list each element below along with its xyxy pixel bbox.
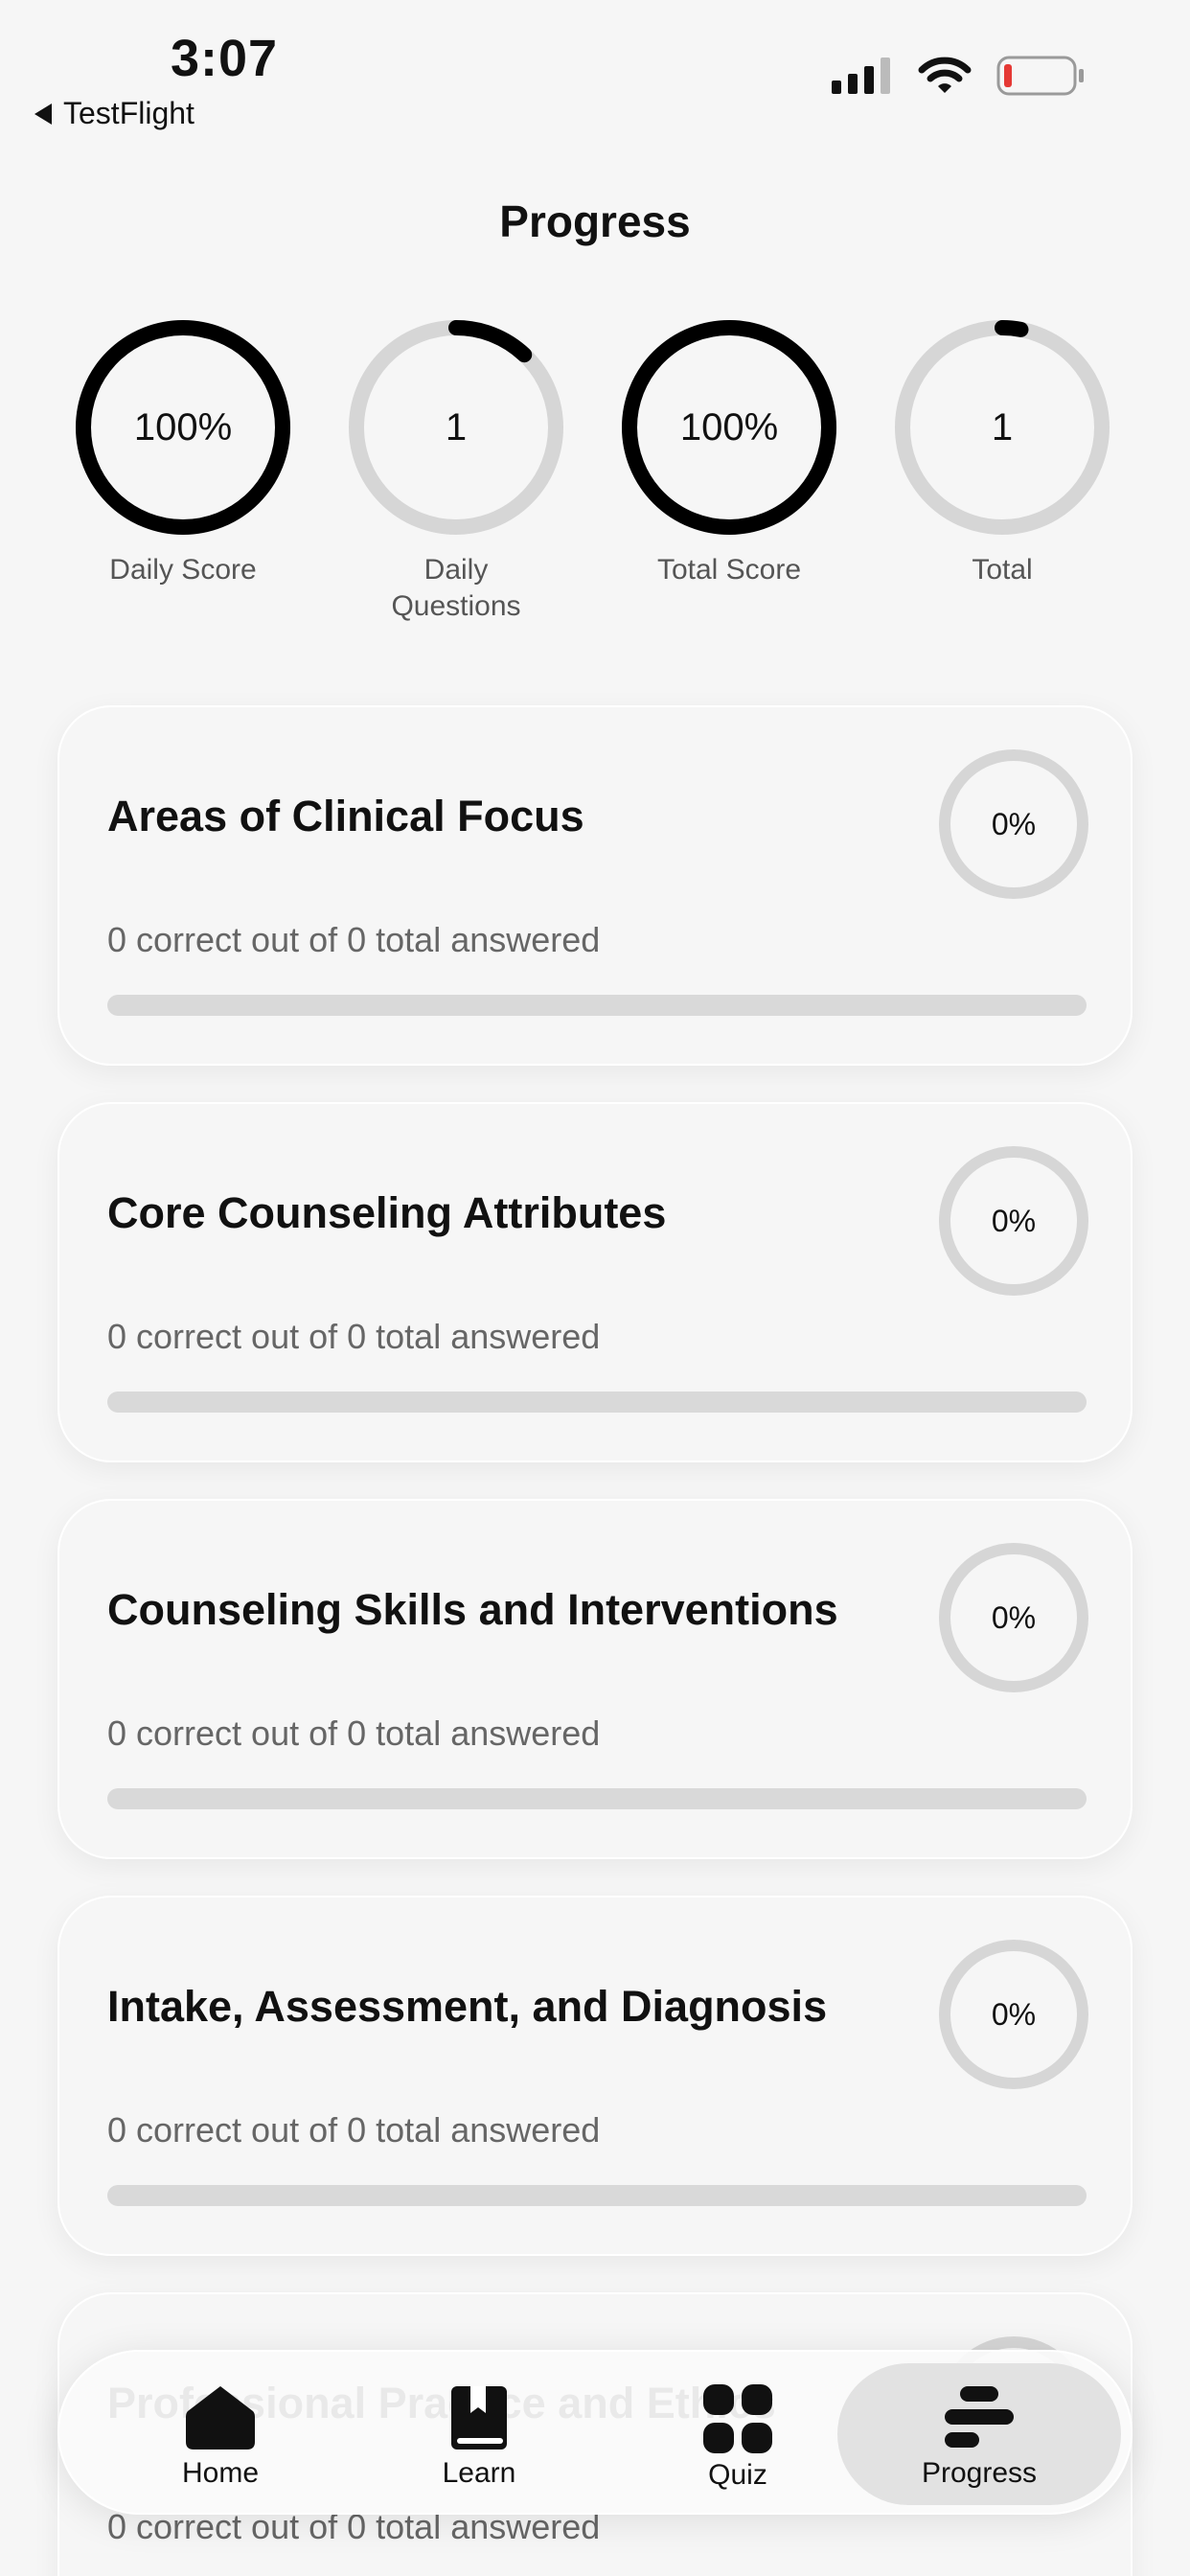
cellular-signal-icon	[832, 58, 890, 94]
stat-2: 100% Total Score	[614, 320, 844, 588]
category-subtitle: 0 correct out of 0 total answered	[107, 1317, 601, 1356]
category-card[interactable]: Intake, Assessment, and Diagnosis 0% 0 cor…	[57, 1896, 1133, 2256]
category-percent: 0%	[991, 1997, 1037, 2032]
category-percent: 0%	[991, 807, 1037, 841]
category-progress-bar	[107, 1788, 1087, 1809]
status-icons	[832, 56, 1085, 96]
category-progress-bar	[107, 995, 1087, 1016]
tab-label-progress: Progress	[921, 2457, 1038, 2489]
tab-bar: Home Learn Quiz Progress	[57, 2350, 1133, 2515]
wifi-icon	[918, 57, 972, 93]
tab-label-learn: Learn	[442, 2457, 516, 2489]
category-title: Core Counseling Attributes	[107, 1188, 667, 1237]
book-icon	[451, 2386, 507, 2450]
category-title: Counseling Skills and Interventions	[107, 1585, 838, 1634]
stat-value: 1	[445, 406, 468, 448]
status-time: 3:07	[171, 30, 279, 87]
category-subtitle: 0 correct out of 0 total answered	[107, 2110, 601, 2150]
category-progress-bar	[107, 1392, 1087, 1413]
stat-value: 1	[991, 406, 1014, 448]
category-progress-bar	[107, 2185, 1087, 2206]
stat-label: Total	[972, 554, 1033, 586]
tab-label-home: Home	[181, 2457, 260, 2489]
back-triangle-icon	[34, 103, 52, 125]
stat-label: Daily Score	[109, 554, 257, 586]
stat-label: Daily Questions	[391, 554, 521, 622]
stat-3: 1 Total	[887, 320, 1117, 588]
category-percent: 0%	[991, 1600, 1037, 1635]
category-subtitle: 0 correct out of 0 total answered	[107, 1714, 601, 1753]
stat-value: 100%	[679, 406, 779, 448]
page-title: Progress	[499, 196, 691, 246]
category-card[interactable]: Counseling Skills and Interventions 0% 0 c…	[57, 1499, 1133, 1859]
back-to-app-button[interactable]: TestFlight	[34, 96, 195, 131]
stat-1: 1 Daily Questions	[341, 320, 571, 625]
stat-value: 100%	[133, 406, 233, 448]
category-subtitle: 0 correct out of 0 total answered	[107, 920, 601, 959]
tab-progress[interactable]: Progress	[837, 2363, 1121, 2505]
tab-learn[interactable]: Learn	[337, 2363, 621, 2505]
category-card[interactable]: Areas of Clinical Focus 0% 0 correct out o…	[57, 705, 1133, 1066]
category-title: Intake, Assessment, and Diagnosis	[107, 1982, 828, 2031]
category-title: Areas of Clinical Focus	[107, 792, 584, 840]
grid-icon	[703, 2384, 772, 2453]
house-icon	[186, 2386, 255, 2450]
stat-0: 100% Daily Score	[68, 320, 298, 588]
chart-bars-icon	[945, 2386, 1014, 2448]
battery-low-icon	[996, 56, 1084, 96]
category-card[interactable]: Core Counseling Attributes 0% 0 correct ou…	[57, 1102, 1133, 1462]
back-app-label: TestFlight	[63, 96, 195, 130]
category-percent: 0%	[991, 1204, 1037, 1238]
tab-home[interactable]: Home	[79, 2363, 362, 2505]
stat-label: Total Score	[656, 554, 802, 586]
